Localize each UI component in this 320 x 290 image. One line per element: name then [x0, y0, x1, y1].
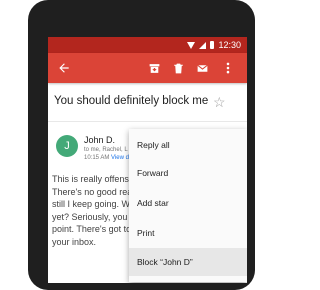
menu-item-reply-all[interactable]: Reply all: [129, 131, 247, 159]
email-time-row: 10:15 AM View d: [84, 155, 129, 161]
view-details-link[interactable]: View d: [111, 155, 129, 161]
star-icon[interactable]: ☆: [213, 94, 226, 111]
signal-icon: [199, 41, 207, 49]
delete-icon[interactable]: [168, 58, 188, 78]
subject-row: You should definitely block me ☆: [48, 83, 247, 122]
email-time: 10:15 AM: [84, 155, 110, 161]
avatar[interactable]: J: [56, 135, 78, 157]
menu-item-forward[interactable]: Forward: [129, 159, 247, 187]
status-time: 12:30: [218, 40, 241, 50]
sender-name: John D.: [84, 135, 116, 145]
status-bar: 12:30: [48, 37, 247, 53]
overflow-menu: Reply all Forward Add star Print Block “…: [129, 129, 247, 282]
wifi-icon: [187, 41, 196, 49]
menu-item-add-star[interactable]: Add star: [129, 189, 247, 217]
battery-icon: [210, 41, 215, 49]
back-arrow-icon[interactable]: [54, 58, 74, 78]
status-icons: 12:30: [187, 39, 241, 51]
menu-item-print[interactable]: Print: [129, 219, 247, 247]
archive-icon[interactable]: [144, 58, 164, 78]
avatar-initial: J: [64, 140, 70, 152]
mark-unread-icon[interactable]: [192, 58, 212, 78]
more-vert-icon[interactable]: [218, 58, 238, 78]
email-subject: You should definitely block me: [54, 95, 209, 107]
toolbar: [48, 53, 247, 83]
screen: 12:30 You should definitely block me ☆ J…: [48, 37, 247, 283]
recipients[interactable]: to me, Rachel, L: [84, 147, 128, 153]
menu-item-block-sender[interactable]: Block “John D”: [129, 248, 247, 276]
